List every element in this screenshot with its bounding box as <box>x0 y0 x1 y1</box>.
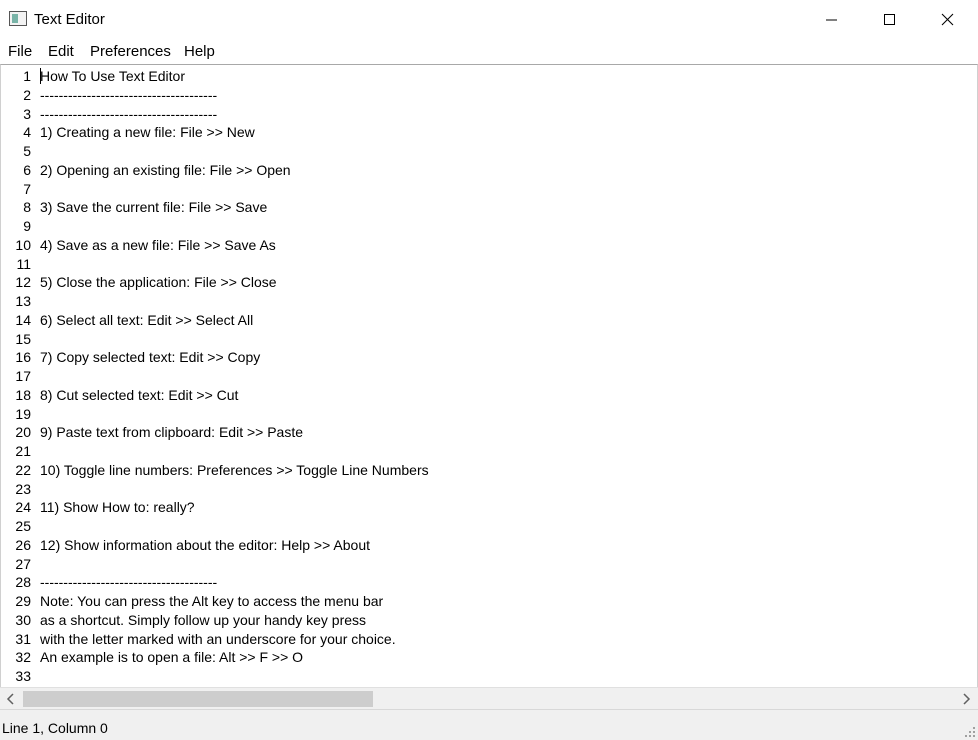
line-number-gutter: 1 2 3 4 5 6 7 8 9 10 11 12 13 14 15 16 17 18 19 20 21 22 23 24 2… <box>1 67 35 686</box>
line-number: 23 <box>15 480 31 497</box>
text-line[interactable]: with the letter marked with an underscor… <box>40 630 977 649</box>
resize-grip-icon[interactable] <box>965 727 975 737</box>
line-number: 26 <box>15 536 31 553</box>
text-line[interactable]: 8) Cut selected text: Edit >> Cut <box>40 386 977 405</box>
close-icon <box>941 13 954 26</box>
line-number: 25 <box>15 518 31 534</box>
line-number: 32 <box>15 649 31 666</box>
menu-edit[interactable]: Edit <box>48 42 74 62</box>
text-line[interactable] <box>40 442 977 461</box>
minimize-button[interactable] <box>802 0 860 40</box>
text-line[interactable] <box>40 405 977 424</box>
text-line[interactable]: How To Use Text Editor <box>40 67 977 86</box>
status-bar: Line 1, Column 0 <box>0 709 978 740</box>
line-number: 3 <box>23 105 31 122</box>
menu-help[interactable]: Help <box>184 42 215 62</box>
line-number: 33 <box>15 668 31 684</box>
maximize-icon <box>884 14 895 25</box>
text-line[interactable] <box>40 517 977 536</box>
text-line[interactable]: 9) Paste text from clipboard: Edit >> Pa… <box>40 423 977 442</box>
line-number: 6 <box>23 161 31 178</box>
text-content[interactable]: How To Use Text Editor ------------------… <box>40 67 977 686</box>
line-number: 7 <box>23 180 31 197</box>
line-number: 8 <box>23 199 31 216</box>
line-number: 10 <box>15 236 31 253</box>
text-line[interactable]: 3) Save the current file: File >> Save <box>40 198 977 217</box>
line-number: 1 <box>23 68 31 84</box>
text-line[interactable] <box>40 217 977 236</box>
text-line[interactable]: as a shortcut. Simply follow up your han… <box>40 611 977 630</box>
text-line[interactable]: Note: You can press the Alt key to acces… <box>40 592 977 611</box>
line-number: 21 <box>15 443 31 459</box>
line-number: 9 <box>23 218 31 234</box>
line-number: 12 <box>15 274 31 291</box>
menu-file[interactable]: File <box>8 42 32 62</box>
line-number: 14 <box>15 311 31 328</box>
title-bar: Text Editor <box>0 0 978 40</box>
text-line[interactable]: 4) Save as a new file: File >> Save As <box>40 236 977 255</box>
line-number: 4 <box>23 124 31 141</box>
line-number: 30 <box>15 611 31 628</box>
text-line[interactable]: -------------------------------------- <box>40 105 977 124</box>
text-line[interactable]: -------------------------------------- <box>40 86 977 105</box>
text-line[interactable]: 7) Copy selected text: Edit >> Copy <box>40 348 977 367</box>
text-line[interactable]: 1) Creating a new file: File >> New <box>40 123 977 142</box>
text-line[interactable] <box>40 292 977 311</box>
line-number: 19 <box>15 405 31 422</box>
horizontal-scrollbar[interactable] <box>0 687 978 709</box>
scroll-left-icon[interactable] <box>6 693 16 705</box>
line-number: 29 <box>15 593 31 609</box>
line-number: 28 <box>15 574 31 591</box>
window-title: Text Editor <box>34 11 105 28</box>
text-line[interactable]: An example is to open a file: Alt >> F >… <box>40 648 977 667</box>
menu-bar: File Edit Preferences Help <box>0 40 978 64</box>
text-line[interactable] <box>40 555 977 574</box>
text-line[interactable]: 10) Toggle line numbers: Preferences >> … <box>40 461 977 480</box>
text-line[interactable] <box>40 480 977 499</box>
line-number: 2 <box>23 86 31 103</box>
line-number: 20 <box>15 424 31 441</box>
text-line[interactable]: -------------------------------------- <box>40 573 977 592</box>
line-number: 16 <box>15 349 31 366</box>
minimize-icon <box>826 19 837 21</box>
maximize-button[interactable] <box>860 0 918 40</box>
text-line[interactable] <box>40 367 977 386</box>
scrollbar-thumb[interactable] <box>23 691 373 707</box>
text-line[interactable]: 5) Close the application: File >> Close <box>40 273 977 292</box>
line-number: 24 <box>15 499 31 516</box>
text-line[interactable]: 11) Show How to: really? <box>40 498 977 517</box>
text-line[interactable] <box>40 180 977 199</box>
text-line[interactable]: 12) Show information about the editor: H… <box>40 536 977 555</box>
menu-preferences[interactable]: Preferences <box>90 42 171 62</box>
text-line[interactable] <box>40 142 977 161</box>
line-number: 5 <box>23 143 31 159</box>
app-icon <box>9 11 27 26</box>
line-number: 11 <box>16 255 31 272</box>
close-button[interactable] <box>918 0 978 40</box>
line-number: 31 <box>15 630 31 647</box>
line-number: 18 <box>15 386 31 403</box>
scroll-right-icon[interactable] <box>961 693 971 705</box>
line-number: 27 <box>15 555 31 572</box>
text-line[interactable] <box>40 255 977 274</box>
line-number: 13 <box>15 293 31 309</box>
text-line[interactable] <box>40 667 977 686</box>
cursor-position: Line 1, Column 0 <box>2 720 108 736</box>
line-number: 22 <box>15 461 31 478</box>
text-line[interactable] <box>40 330 977 349</box>
line-number: 17 <box>15 368 31 384</box>
line-number: 15 <box>15 330 31 347</box>
text-line[interactable]: 6) Select all text: Edit >> Select All <box>40 311 977 330</box>
text-editor-area[interactable]: 1 2 3 4 5 6 7 8 9 10 11 12 13 14 15 16 17 18 19 20 21 22 23 24 2… <box>0 64 978 687</box>
text-line[interactable]: 2) Opening an existing file: File >> Ope… <box>40 161 977 180</box>
text-caret <box>40 68 41 84</box>
